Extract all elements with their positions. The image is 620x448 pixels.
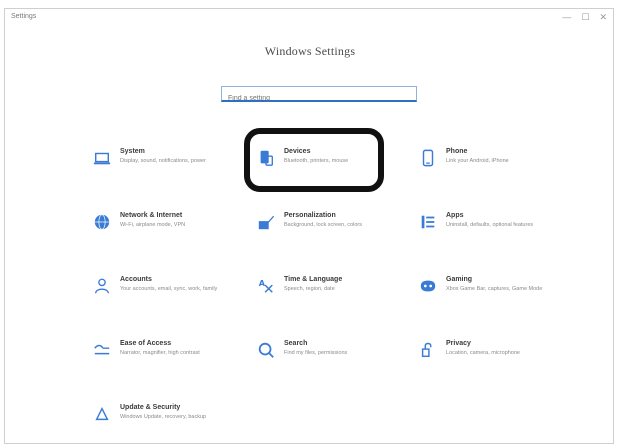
category-description: Narrator, magnifier, high contrast	[120, 350, 200, 356]
category-description: Display, sound, notifications, power	[120, 158, 206, 164]
category-privacy[interactable]: Privacy Location, camera, microphone	[418, 338, 568, 380]
search-box[interactable]	[221, 86, 417, 105]
category-title: Time & Language	[284, 276, 343, 283]
sync-icon	[92, 404, 112, 424]
accessibility-icon	[92, 340, 112, 360]
globe-icon	[92, 212, 112, 232]
category-description: Bluetooth, printers, mouse	[284, 158, 349, 164]
category-title: System	[120, 148, 145, 155]
category-phone[interactable]: Phone Link your Android, iPhone	[418, 146, 568, 188]
title-bar: Settings — ☐ ✕	[5, 9, 613, 31]
category-search[interactable]: Search Find my files, permissions	[256, 338, 406, 380]
category-title: Search	[284, 340, 308, 347]
category-description: Windows Update, recovery, backup	[120, 414, 207, 420]
category-apps[interactable]: Apps Uninstall, defaults, optional featu…	[418, 210, 568, 252]
category-title: Gaming	[446, 276, 473, 283]
search-input[interactable]	[222, 92, 416, 105]
category-title: Apps	[446, 212, 464, 219]
category-ease-of-access[interactable]: Ease of Access Narrator, magnifier, high…	[92, 338, 242, 380]
page-title: Windows Settings	[264, 44, 356, 58]
search-icon	[256, 340, 276, 360]
category-title: Devices	[284, 148, 311, 155]
category-gaming[interactable]: Gaming Xbox Game Bar, captures, Game Mod…	[418, 274, 568, 316]
close-button[interactable]: ✕	[599, 12, 607, 23]
svg-text:A: A	[259, 278, 266, 288]
apps-icon	[418, 212, 438, 232]
category-description: Speech, region, date	[284, 286, 335, 292]
category-title: Accounts	[120, 276, 152, 283]
paintbrush-icon	[256, 212, 276, 232]
category-update-security[interactable]: Update & Security Windows Update, recove…	[92, 402, 242, 444]
gamepad-icon	[418, 276, 438, 296]
time-language-icon: A	[256, 276, 276, 296]
laptop-icon	[92, 148, 112, 168]
category-title: Personalization	[284, 212, 336, 219]
category-description: Your accounts, email, sync, work, family	[120, 286, 218, 292]
category-system[interactable]: System Display, sound, notifications, po…	[92, 146, 242, 188]
category-description: Wi-Fi, airplane mode, VPN	[120, 222, 186, 228]
category-title: Phone	[446, 148, 468, 155]
category-description: Location, camera, microphone	[446, 350, 520, 356]
devices-icon	[256, 148, 276, 168]
lock-icon	[418, 340, 438, 360]
minimize-button[interactable]: —	[562, 12, 571, 23]
phone-icon	[418, 148, 438, 168]
category-description: Find my files, permissions	[284, 350, 348, 356]
category-network[interactable]: Network & Internet Wi-Fi, airplane mode,…	[92, 210, 242, 252]
app-title: Settings	[11, 13, 37, 20]
category-title: Ease of Access	[120, 340, 172, 347]
category-title: Update & Security	[120, 404, 181, 411]
category-description: Background, lock screen, colors	[284, 222, 362, 228]
maximize-button[interactable]: ☐	[581, 12, 589, 23]
category-description: Xbox Game Bar, captures, Game Mode	[446, 286, 543, 292]
category-devices[interactable]: Devices Bluetooth, printers, mouse	[256, 146, 406, 188]
category-title: Privacy	[446, 340, 471, 347]
category-personalization[interactable]: Personalization Background, lock screen,…	[256, 210, 406, 252]
window-controls: — ☐ ✕	[562, 12, 607, 23]
category-title: Network & Internet	[120, 212, 183, 219]
category-description: Link your Android, iPhone	[446, 158, 509, 164]
category-accounts[interactable]: Accounts Your accounts, email, sync, wor…	[92, 274, 242, 316]
category-description: Uninstall, defaults, optional features	[446, 222, 534, 228]
category-time-language[interactable]: A Time & Language Speech, region, date	[256, 274, 406, 316]
person-icon	[92, 276, 112, 296]
